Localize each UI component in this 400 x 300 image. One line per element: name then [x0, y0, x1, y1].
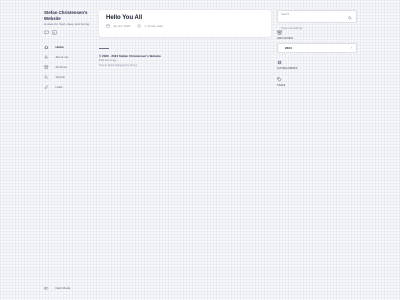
main-content: Hello You All Jun 24, 2024 1 minute read… [99, 10, 271, 67]
tags-section: TAGS [277, 77, 357, 87]
comment-icon[interactable] [44, 30, 49, 35]
archive-year-label: 2024 [285, 46, 292, 50]
nav-item-home[interactable]: Home [44, 42, 96, 52]
social-links [44, 30, 96, 35]
dark-mode-toggle[interactable]: Dark Mode [44, 286, 70, 291]
post-reading-time: 1 minute read [144, 24, 163, 28]
post-card[interactable]: Hello You All Jun 24, 2024 1 minute read [99, 10, 271, 37]
user-icon [44, 55, 48, 59]
nav-item-search[interactable]: Search [44, 72, 96, 82]
nav-label-archives: Archives [55, 65, 68, 70]
footer-copyright: © 2020 - 2024 Stefan Christensen's Websi… [99, 54, 271, 58]
search-input[interactable] [281, 26, 341, 30]
site-footer: © 2020 - 2024 Stefan Christensen's Websi… [99, 48, 271, 67]
nav-label-about: About me [55, 55, 69, 60]
site-tagline: A place for fresh, deep and boring [44, 21, 90, 26]
footer-divider [99, 48, 109, 49]
archive-icon [44, 65, 49, 69]
search-widget: Search [277, 10, 357, 30]
right-sidebar: Search ARCHIVES 2024 › CATEGORIES TAGS [277, 10, 357, 87]
rss-icon[interactable] [52, 30, 57, 35]
tag-icon [277, 77, 282, 82]
post-date: Jun 24, 2024 [113, 24, 131, 28]
post-meta: Jun 24, 2024 1 minute read [106, 24, 264, 28]
search-icon [44, 75, 49, 79]
search-icon[interactable] [348, 15, 352, 20]
nav-label-home: Home [55, 45, 64, 50]
nav-label-links: Links [55, 85, 63, 90]
dark-mode-label: Dark Mode [55, 285, 71, 290]
archive-year-item[interactable]: 2024 › [277, 43, 357, 53]
site-title[interactable]: Stefan Christensen's Website [44, 10, 96, 21]
post-title[interactable]: Hello You All [106, 15, 264, 21]
categories-section: CATEGORIES [277, 60, 357, 70]
main-nav: Home About me Archives Search Links [44, 42, 96, 92]
nav-label-search: Search [55, 75, 66, 80]
categories-heading: CATEGORIES [277, 66, 298, 70]
calendar-icon [106, 24, 110, 28]
clock-icon [137, 24, 141, 28]
nav-item-about[interactable]: About me [44, 52, 96, 62]
hashtag-icon [277, 60, 282, 65]
nav-item-archives[interactable]: Archives [44, 62, 96, 72]
link-icon [44, 85, 48, 89]
toggle-icon [44, 286, 49, 289]
chevron-right-icon: › [350, 46, 352, 50]
footer-copyright-text: © 2020 - 2024 Stefan Christensen's Websi… [99, 53, 161, 58]
search-label: Search [281, 13, 290, 16]
home-icon [44, 45, 48, 49]
nav-item-links[interactable]: Links [44, 82, 96, 92]
footer-built-with: Built with Hugo [99, 59, 117, 63]
archives-heading: ARCHIVES [277, 36, 294, 40]
footer-theme-credit: Theme Stack designed by Jimmy [99, 63, 138, 67]
tags-heading: TAGS [277, 83, 286, 87]
sidebar: Stefan Christensen's Website A place for… [44, 10, 96, 294]
